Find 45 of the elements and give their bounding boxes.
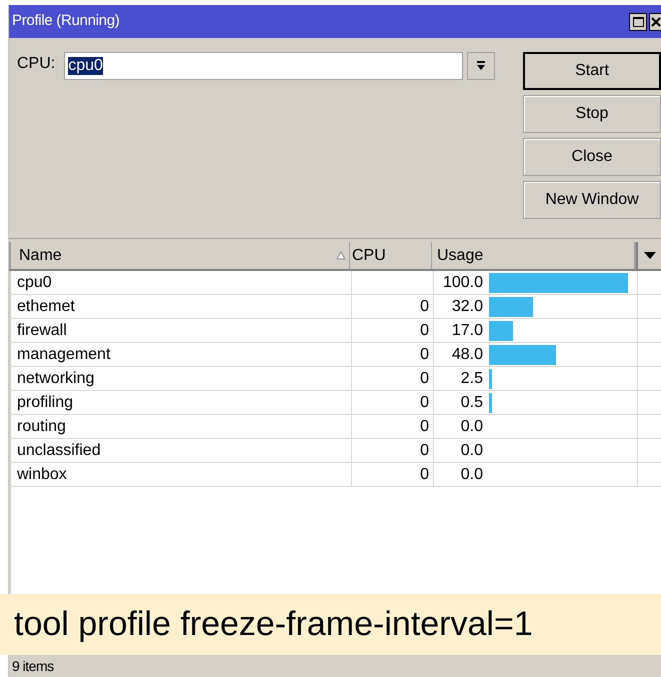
table-cell-text: 0.5 — [460, 393, 484, 413]
table-cell: profiling — [9, 391, 352, 414]
table-cell: 0 — [352, 439, 434, 462]
table-cell-text: 17.0 — [450, 321, 484, 341]
table-cell-text: 48.0 — [450, 345, 484, 365]
table-cell: 0 — [352, 343, 434, 366]
table-cell: networking — [9, 367, 352, 390]
status-text: 9 items — [12, 656, 54, 676]
action-button[interactable]: Start — [523, 52, 661, 90]
table-cell: winbox — [9, 463, 352, 486]
table-cell-text: 2.5 — [460, 369, 484, 389]
table-cell: routing — [9, 415, 352, 438]
table-cell: ethemet — [9, 295, 352, 318]
cpu-field[interactable]: cpu0 — [64, 52, 464, 80]
table-cell: 0 — [352, 415, 434, 438]
column-title: Name — [19, 246, 62, 266]
column-header[interactable]: Name — [9, 242, 350, 269]
close-button[interactable] — [649, 12, 661, 30]
table-cell: 0 — [352, 463, 434, 486]
table-cell: firewall — [9, 319, 352, 342]
sort-ascending-icon — [336, 251, 346, 260]
maximize-button[interactable] — [629, 12, 647, 30]
action-button[interactable]: Close — [523, 138, 661, 176]
table-cell: 0 — [352, 319, 434, 342]
column-header[interactable]: Usage — [432, 242, 636, 269]
caption-banner: tool profile freeze-frame-interval=1 — [0, 594, 661, 655]
table-cell: cpu0 — [9, 271, 352, 294]
column-header[interactable]: CPU — [350, 242, 432, 269]
table-cell: 0 — [352, 391, 434, 414]
caret-icon — [644, 252, 656, 259]
action-button[interactable]: New Window — [523, 181, 661, 219]
table-cell-text: 32.0 — [450, 297, 484, 317]
table-cell: 0 — [352, 295, 434, 318]
table-cell: 0 — [352, 367, 434, 390]
action-button[interactable]: Stop — [523, 95, 661, 133]
dropdown-button[interactable] — [467, 52, 496, 80]
table-cell: management — [9, 343, 352, 366]
caret-icon — [476, 61, 486, 71]
table-cell: unclassified — [9, 439, 352, 462]
table-cell-text: 0.0 — [460, 441, 484, 461]
cpu-label: CPU: — [17, 54, 56, 74]
window-title: Profile (Running) — [12, 11, 120, 32]
table-cell-text: 0.0 — [460, 465, 484, 485]
table-cell-text: 100.0 — [442, 273, 484, 293]
table-cell-text: 0.0 — [460, 417, 484, 437]
